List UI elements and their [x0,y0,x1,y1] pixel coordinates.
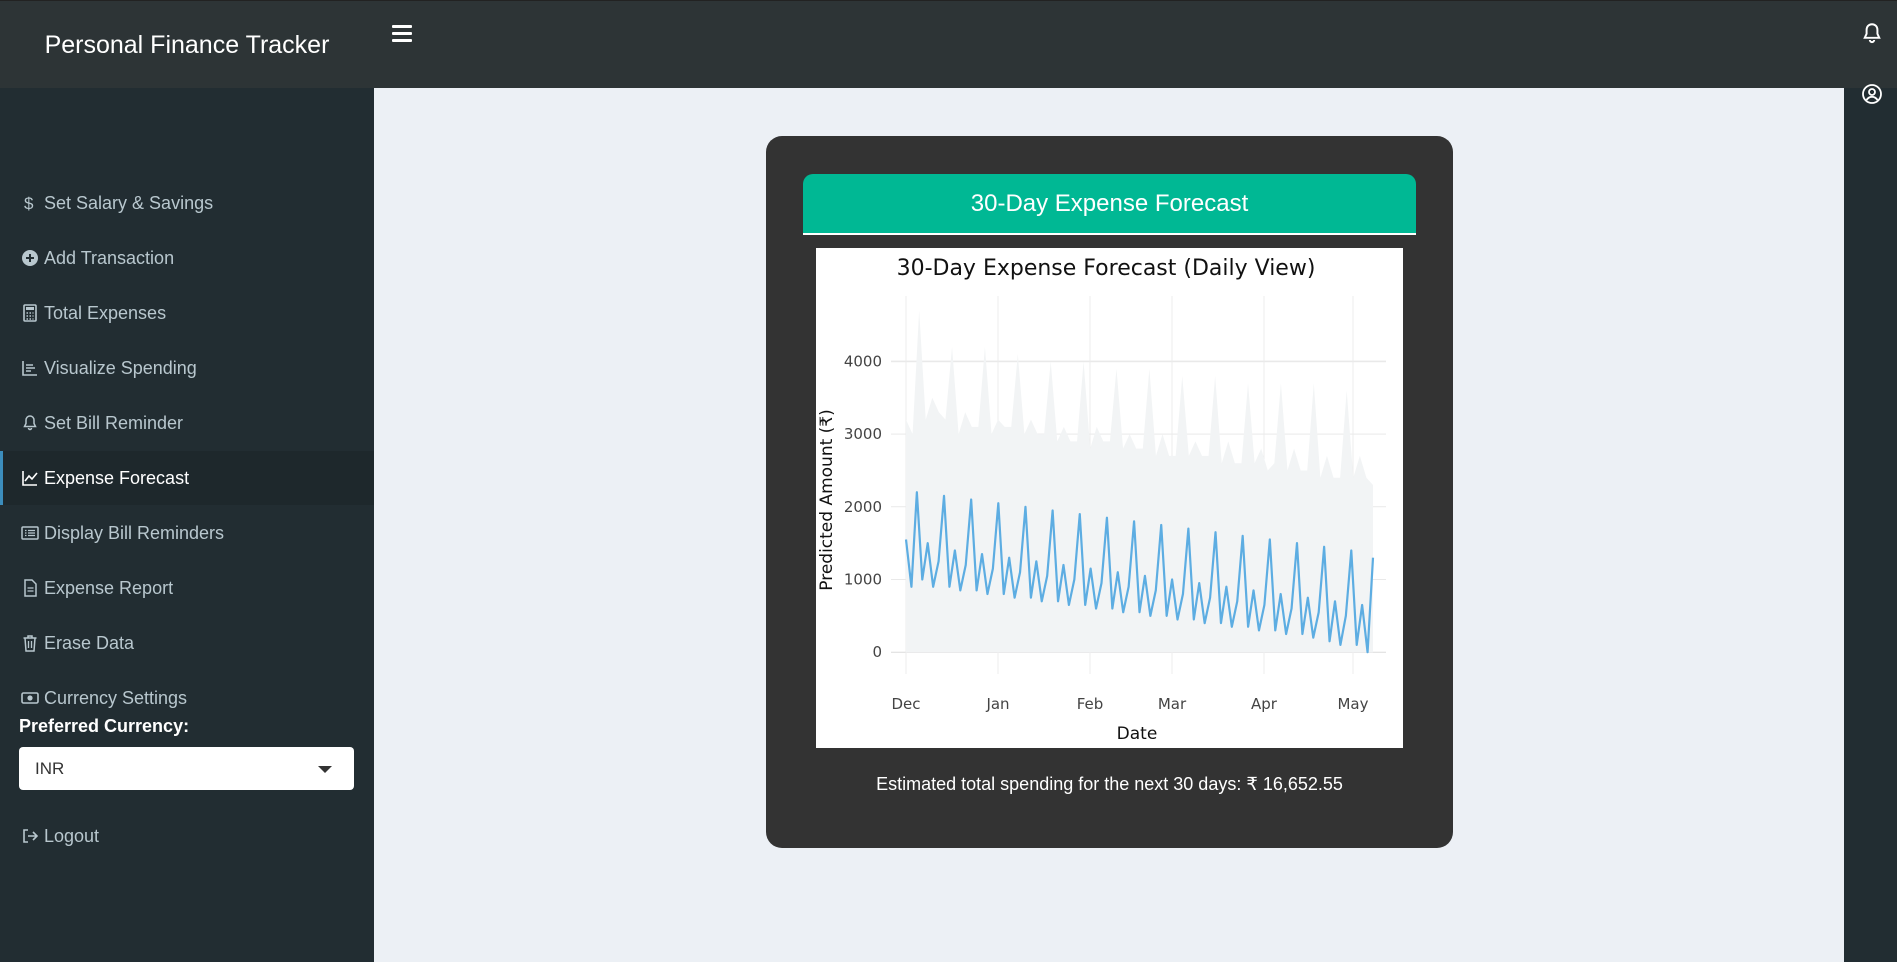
forecast-card-header: 30-Day Expense Forecast [803,174,1416,235]
y-tick-label: 4000 [844,352,882,370]
logout-icon [23,829,39,843]
sidebar: $ Set Salary & Savings Add Transaction T… [0,88,374,962]
preferred-currency-label: Preferred Currency: [19,716,190,736]
forecast-summary: Estimated total spending for the next 30… [766,774,1453,795]
currency-select[interactable]: INR [19,747,354,790]
sidebar-item-add-transaction[interactable]: Add Transaction [0,231,374,285]
x-axis-label: Date [1117,724,1158,744]
sidebar-item-label: Display Bill Reminders [44,522,225,543]
app-title: Personal Finance Tracker [44,30,330,59]
y-axis-label: Predicted Amount (₹) [817,409,837,591]
sidebar-item-set-salary-savings[interactable]: $ Set Salary & Savings [0,176,374,230]
sidebar-item-total-expenses[interactable]: Total Expenses [0,286,374,340]
logout-label: Logout [44,825,100,846]
sidebar-item-label: Set Salary & Savings [44,192,214,213]
chart-title: 30-Day Expense Forecast (Daily View) [897,256,1316,281]
sidebar-item-label: Expense Report [44,577,174,598]
sidebar-item-display-bill-reminders[interactable]: Display Bill Reminders [0,506,374,560]
svg-text:$: $ [24,194,34,212]
sidebar-item-label: Currency Settings [44,687,188,708]
trash-icon [23,635,37,652]
bar-chart-icon [22,361,37,376]
hamburger-menu-icon[interactable] [392,21,412,45]
calculator-icon [23,304,37,322]
sidebar-item-expense-report[interactable]: Expense Report [0,561,374,615]
y-tick-label: 0 [872,643,882,661]
chevron-down-icon [318,766,332,773]
x-tick-label: Dec [891,695,920,713]
y-tick-label: 3000 [844,425,882,443]
right-control-bar [1844,88,1897,962]
sidebar-item-set-bill-reminder[interactable]: Set Bill Reminder [0,396,374,450]
x-tick-label: Jan [985,695,1009,713]
sidebar-item-erase-data[interactable]: Erase Data [0,616,374,670]
user-circle-icon[interactable] [1860,82,1884,106]
file-icon [24,579,37,597]
line-chart-icon [22,471,38,486]
x-tick-label: Apr [1251,695,1278,713]
forecast-card: 30-Day Expense Forecast 0 1000 2000 3000 400… [766,136,1453,848]
logout-link[interactable]: Logout [0,809,374,863]
top-navbar: Personal Finance Tracker [0,0,1897,88]
sidebar-item-expense-forecast[interactable]: Expense Forecast [0,451,374,505]
sidebar-item-visualize-spending[interactable]: Visualize Spending [0,341,374,395]
x-tick-label: May [1337,695,1368,713]
forecast-summary-value: ₹ 16,652.55 [1246,774,1343,794]
sidebar-item-label: Erase Data [44,632,135,653]
sidebar-item-label: Set Bill Reminder [44,412,184,433]
notification-bell-icon[interactable] [1859,21,1885,47]
sidebar-item-label: Add Transaction [44,247,175,268]
list-icon [21,526,39,540]
x-tick-label: Mar [1158,695,1187,713]
bell-icon [23,415,37,431]
forecast-chart-svg: 0 1000 2000 3000 4000 Dec Jan Feb Mar Apr May 30-D… [817,256,1386,744]
dollar-icon: $ [24,194,34,212]
forecast-chart: 0 1000 2000 3000 4000 Dec Jan Feb Mar Apr May 30-D… [816,248,1403,748]
sidebar-item-label: Expense Forecast [44,467,190,488]
x-tick-label: Feb [1077,695,1104,713]
money-icon [21,692,39,704]
sidebar-item-label: Total Expenses [44,302,167,323]
sidebar-item-label: Visualize Spending [44,357,197,378]
forecast-summary-text: Estimated total spending for the next 30… [876,774,1242,794]
currency-select-value: INR [35,758,65,778]
y-tick-label: 2000 [844,498,882,516]
y-tick-label: 1000 [844,571,882,589]
plus-circle-icon [22,250,38,266]
